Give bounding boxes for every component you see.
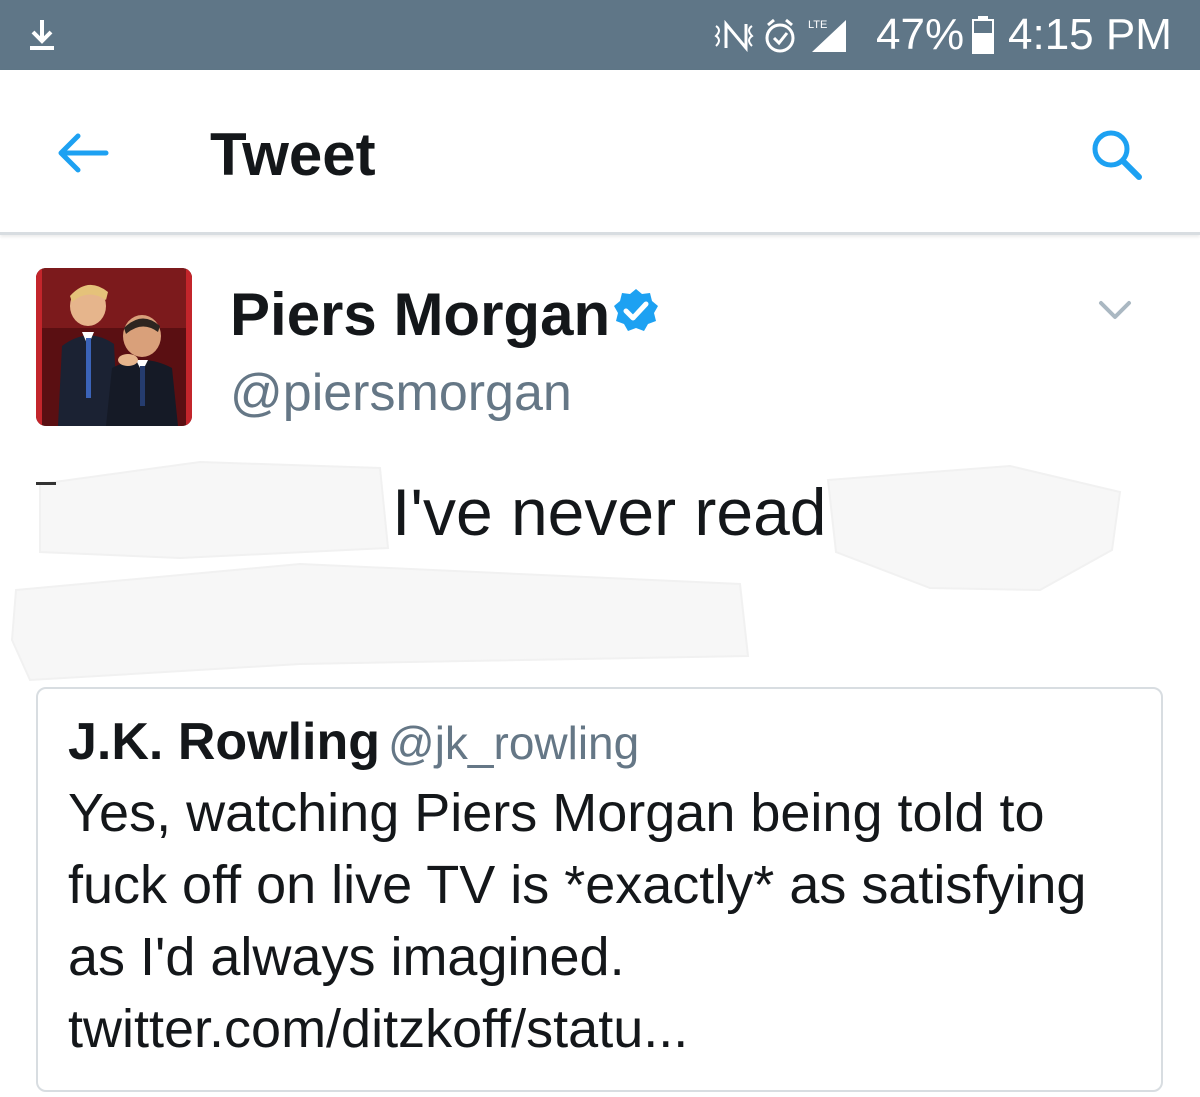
- quoted-tweet-card[interactable]: J.K. Rowling @jk_rowling Yes, watching Pi…: [36, 687, 1163, 1092]
- alarm-icon: [765, 18, 795, 53]
- status-bar: LTE 47% 4:15 PM: [0, 0, 1200, 70]
- status-icons: LTE: [714, 18, 846, 53]
- author-handle[interactable]: @piersmorgan: [230, 362, 572, 424]
- back-arrow-icon[interactable]: [56, 132, 110, 174]
- tweet-text: I've never read: [392, 475, 827, 549]
- svg-text:LTE: LTE: [808, 19, 827, 31]
- battery-percent: 47%: [876, 10, 965, 59]
- quoted-author-handle: @jk_rowling: [388, 717, 640, 769]
- verified-badge-icon: [614, 289, 658, 331]
- app-header: Tweet: [0, 70, 1200, 235]
- download-icon: [30, 20, 54, 50]
- quoted-tweet-header: J.K. Rowling @jk_rowling: [68, 711, 639, 786]
- avatar[interactable]: [36, 268, 192, 426]
- search-icon[interactable]: [1088, 126, 1144, 182]
- no-signal-icon: [714, 19, 754, 53]
- quoted-tweet-text: Yes, watching Piers Morgan being told to…: [68, 783, 1087, 1059]
- lte-signal-icon: LTE: [808, 19, 846, 52]
- clock: 4:15 PM: [1008, 10, 1172, 59]
- chevron-down-icon[interactable]: [1098, 298, 1132, 322]
- author-name[interactable]: Piers Morgan: [230, 280, 610, 350]
- page-title: Tweet: [210, 121, 376, 188]
- battery-icon: [972, 16, 994, 54]
- quoted-author-name: J.K. Rowling: [68, 713, 380, 771]
